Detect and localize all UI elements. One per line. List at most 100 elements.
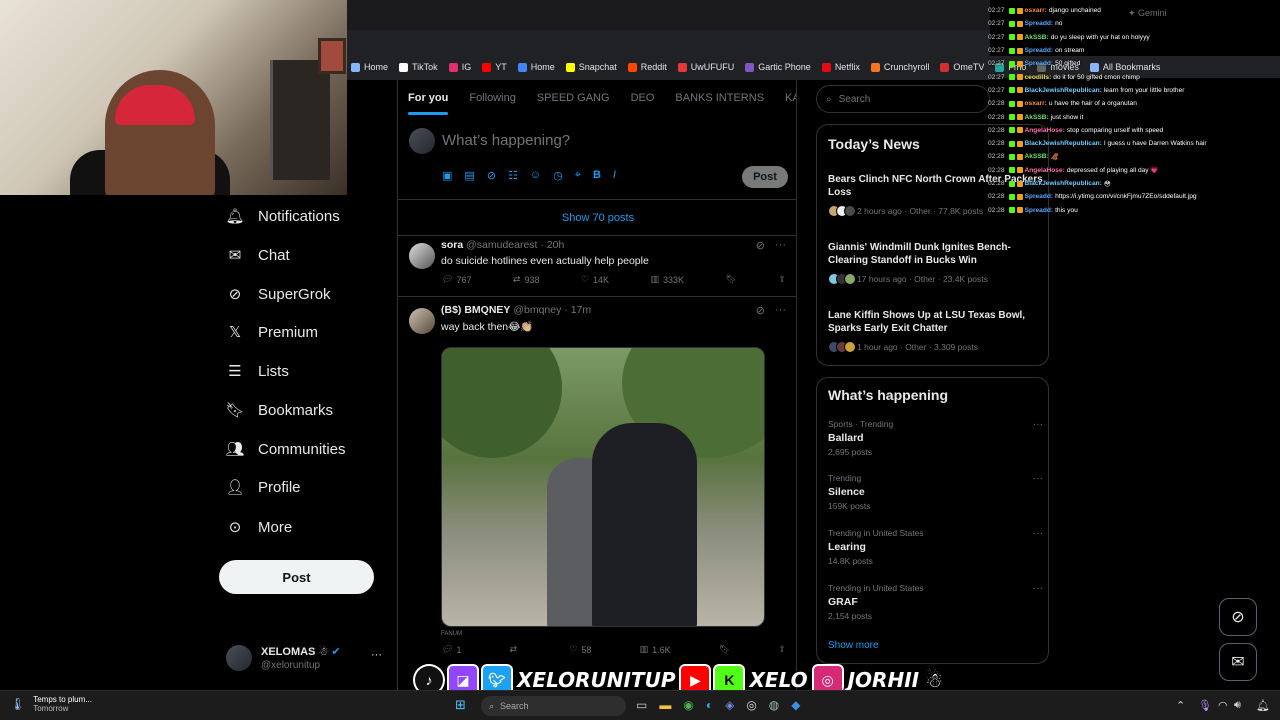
grok-icon[interactable]: ⊘ [756, 239, 765, 252]
weather-widget[interactable]: 🌡︎ Temps to plum... Tomorrow [10, 695, 92, 713]
poll-icon[interactable]: ☷ [508, 169, 518, 182]
tab-following[interactable]: Following [469, 92, 515, 104]
bookmark-icon[interactable]: 🔖︎ [726, 274, 737, 285]
bold-icon[interactable]: B [593, 169, 601, 182]
account-switcher[interactable]: XELOMAS ☃ ✔ @xelorunitup ··· [226, 643, 386, 675]
compose-input[interactable]: What’s happening? [442, 132, 570, 149]
trend-more-icon[interactable]: ··· [1033, 473, 1043, 484]
tweet-author-name[interactable]: (B$) BMQNEY [441, 304, 510, 316]
trend-more-icon[interactable]: ··· [1033, 419, 1043, 430]
bookmark-item[interactable]: Snapchat [565, 62, 617, 72]
tray-chevron-icon[interactable]: ⌃ [1176, 699, 1185, 712]
nav-more[interactable]: ⊙ More [226, 518, 292, 537]
nav-supergrok[interactable]: ⊘ SuperGrok [226, 285, 331, 304]
tweet-time[interactable]: · 17m [564, 304, 591, 316]
discord-icon[interactable]: ◈ [725, 698, 734, 712]
image-icon[interactable]: ▣ [442, 169, 452, 182]
trend-item[interactable]: Sports · Trending Ballard 2,695 posts ··… [828, 419, 1043, 457]
notification-bell-icon[interactable]: 🔔︎ [1256, 699, 1270, 712]
tab-kai-ma[interactable]: KAI MA [785, 92, 796, 104]
compose-post-button[interactable]: Post [742, 166, 788, 188]
bookmark-item[interactable]: Home [351, 62, 388, 72]
bookmark-item[interactable]: Reddit [627, 62, 667, 72]
bookmark-item[interactable]: UwUFUFU [677, 62, 734, 72]
grok-fab[interactable]: ⊘ [1219, 598, 1257, 636]
tweet-author-name[interactable]: sora [441, 239, 463, 251]
nav-profile[interactable]: 👤︎ Profile [225, 478, 300, 497]
italic-icon[interactable]: I [613, 169, 616, 182]
share-icon[interactable]: ⇪ [778, 644, 786, 655]
bookmark-icon[interactable]: 🔖︎ [719, 644, 730, 655]
grok-icon[interactable]: ⊘ [487, 169, 496, 182]
tab-speed-gang[interactable]: SPEED GANG [537, 92, 610, 104]
volume-icon[interactable]: 🔊︎ [1234, 699, 1241, 712]
nav-chat[interactable]: ✉ Chat [226, 246, 290, 265]
emoji-icon[interactable]: ☺ [530, 169, 541, 182]
tab-deo[interactable]: DEO [631, 92, 655, 104]
bookmark-item[interactable]: Gartic Phone [745, 62, 811, 72]
nav-premium[interactable]: 𝕏 Premium [226, 323, 318, 342]
grok-icon[interactable]: ⊘ [756, 304, 765, 317]
trend-item[interactable]: Trending in United States Learing 14.8K … [828, 528, 1043, 566]
bookmark-item[interactable]: TikTok [399, 62, 438, 72]
bookmark-item[interactable]: IG [448, 62, 471, 72]
tab-banks-interns[interactable]: BANKS INTERNS [675, 92, 764, 104]
location-icon[interactable]: ⌖ [575, 169, 581, 182]
trend-item[interactable]: Trending Silence 159K posts ··· [828, 473, 1043, 511]
search-box[interactable]: ⌕ Search [816, 85, 990, 113]
tweet-author-handle[interactable]: @samudearest [466, 239, 537, 251]
more-icon[interactable]: ··· [775, 304, 786, 317]
tweet-author-handle[interactable]: @bmqney [513, 304, 561, 316]
views-button[interactable]: ▥ 1.6K [640, 644, 671, 655]
tweet[interactable]: sora @samudearest · 20h ⊘ ··· do suicide… [398, 237, 796, 297]
views-button[interactable]: ▥ 333K [651, 274, 685, 285]
wifi-icon[interactable]: ◠ [1218, 699, 1228, 712]
share-icon[interactable]: ⇪ [778, 274, 786, 285]
trend-more-icon[interactable]: ··· [1033, 528, 1043, 539]
nav-notifications[interactable]: 🔔︎ Notifications [225, 207, 339, 226]
bookmark-item[interactable]: YT [482, 62, 507, 72]
nav-lists[interactable]: ☰ Lists [226, 362, 289, 381]
account-more-icon[interactable]: ··· [371, 649, 382, 661]
bookmark-item[interactable]: OmeTV [940, 62, 984, 72]
bookmark-item[interactable]: Crunchyroll [870, 62, 929, 72]
news-item[interactable]: Lane Kiffin Shows Up at LSU Texas Bowl, … [828, 309, 1043, 353]
news-item[interactable]: Giannis' Windmill Dunk Ignites Bench-Cle… [828, 241, 1043, 285]
more-icon[interactable]: ··· [775, 239, 786, 252]
schedule-icon[interactable]: ◷ [553, 169, 563, 182]
repost-button[interactable]: ⇄ [510, 644, 522, 655]
tweet[interactable]: (B$) BMQNEY @bmqney · 17m ⊘ ··· way back… [398, 302, 796, 690]
show-new-posts[interactable]: Show 70 posts [398, 200, 796, 236]
mic-icon[interactable]: 🎙︎ [1198, 699, 1212, 712]
reply-button[interactable]: 💬︎ 767 [441, 274, 471, 285]
tweet-time[interactable]: · 20h [540, 239, 564, 251]
taskbar-search[interactable]: ⌕ Search [481, 696, 626, 716]
messages-fab[interactable]: ✉ [1219, 643, 1257, 681]
tab-for-you[interactable]: For you [408, 92, 449, 115]
bookmark-item[interactable]: Netflix [821, 62, 860, 72]
trend-more-icon[interactable]: ··· [1033, 583, 1043, 594]
task-view-icon[interactable]: ▭ [636, 698, 647, 712]
sub-badge-icon [1016, 34, 1023, 41]
nav-bookmarks[interactable]: 🔖︎ Bookmarks [225, 401, 333, 420]
file-explorer-icon[interactable]: ▬ [659, 698, 671, 712]
windows-start-icon[interactable]: ⊞ [455, 697, 466, 713]
like-button[interactable]: ♡ 14K [581, 274, 609, 285]
nav-communities[interactable]: 👥︎ Communities [225, 440, 345, 459]
like-button[interactable]: ♡ 58 [569, 644, 591, 655]
steam-icon[interactable]: ◍ [769, 698, 779, 712]
gif-icon[interactable]: ▤ [464, 169, 474, 182]
app-icon[interactable]: ◆ [791, 698, 800, 712]
bookmark-item[interactable]: Home [517, 62, 555, 72]
chrome-icon[interactable]: ◉ [683, 698, 693, 712]
tweet-avatar[interactable] [409, 308, 435, 334]
edge-icon[interactable]: ◐ [706, 698, 713, 712]
reply-button[interactable]: 💬︎ 1 [441, 644, 461, 655]
tweet-avatar[interactable] [409, 243, 435, 269]
obs-icon[interactable]: ◎ [746, 698, 756, 712]
repost-button[interactable]: ⇄ 938 [513, 274, 540, 285]
post-button[interactable]: Post [219, 560, 374, 594]
tweet-photo[interactable] [441, 347, 765, 627]
show-more-link[interactable]: Show more [828, 640, 879, 651]
trend-item[interactable]: Trending in United States GRAF 2,154 pos… [828, 583, 1043, 621]
